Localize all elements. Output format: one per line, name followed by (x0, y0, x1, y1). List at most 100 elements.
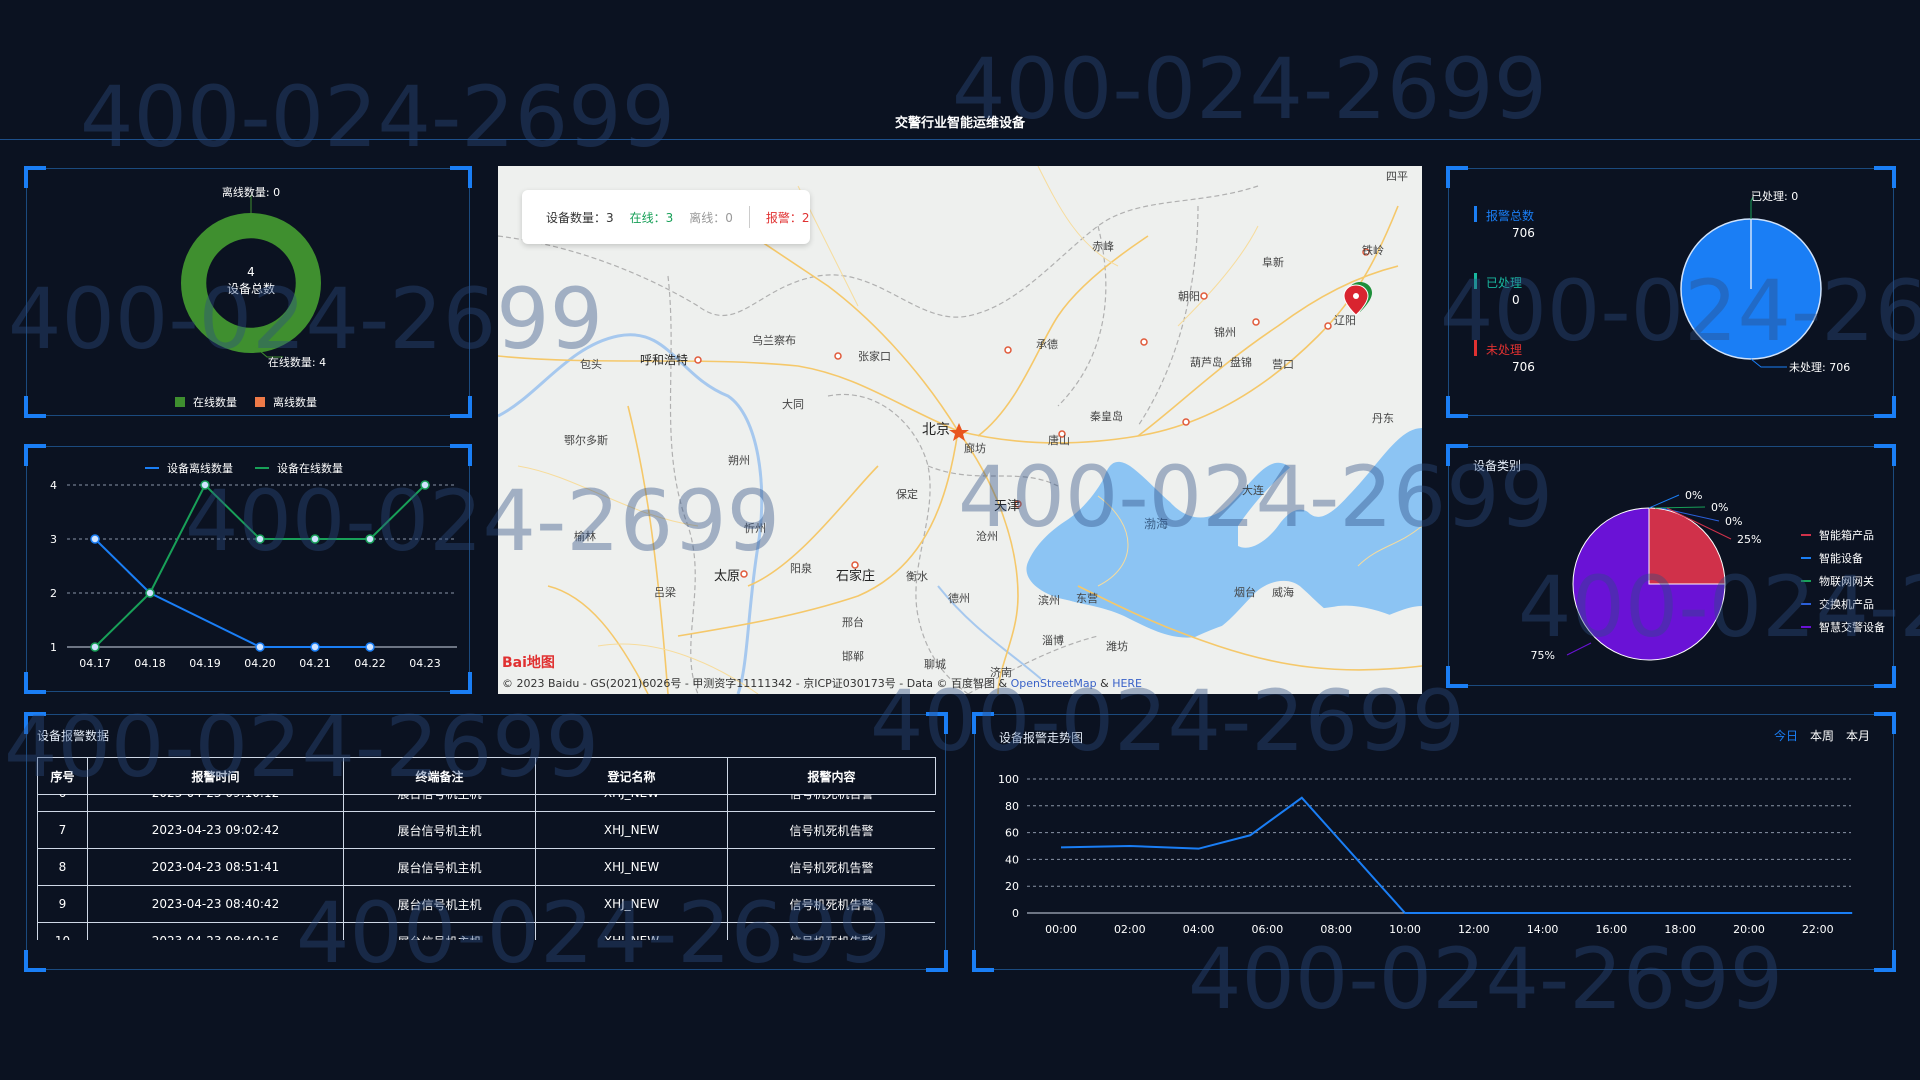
map-label: 榆林 (574, 529, 596, 543)
table-row[interactable]: 7 2023-04-23 09:02:42 展台信号机主机 XHJ_NEW 信号机死机告… (37, 811, 935, 849)
device-status-panel: 4 设备总数 离线数量: 0 在线数量: 4 在线数量 离线数量 (24, 166, 472, 418)
map-label: 阳泉 (790, 561, 812, 575)
device-status-donut: 4 设备总数 离线数量: 0 在线数量: 4 在线数量 离线数量 (175, 185, 326, 409)
y-tick-label: 1 (50, 641, 57, 654)
table-row[interactable]: 8 2023-04-23 08:51:41 展台信号机主机 XHJ_NEW 信号机死机告… (37, 848, 935, 886)
table-cell: 展台信号机主机 (343, 922, 536, 940)
map-online-count: 在线：3 (629, 210, 674, 225)
data-point[interactable] (420, 480, 430, 490)
online-callout: 在线数量: 4 (268, 355, 326, 369)
alarm-table-scroll[interactable]: 62023-04-23 09:10:12展台信号机主机XHJ_NEW信号机死机告… (37, 794, 935, 940)
map-view[interactable]: 北京 天津 石家庄 太原 呼和浩特 渤海 辽阳 唐山 保定 沧州 大连 秦皇岛 … (498, 166, 1422, 694)
device-category-chart: 0%0%0%25%75%智能箱产品智能设备物联网网关交换机产品智慧交警设备 (1531, 489, 1885, 662)
legend-online-swatch (175, 397, 185, 407)
map-label: 朔州 (728, 454, 750, 467)
table-cell: 信号机死机告警 (727, 922, 935, 940)
tab-month[interactable]: 本月 (1846, 727, 1870, 744)
x-tick-label: 04.18 (134, 657, 166, 670)
data-point[interactable] (90, 642, 100, 652)
map-label: 沧州 (976, 529, 998, 543)
series-line (94, 538, 370, 648)
table-cell: 2023-04-23 08:51:41 (87, 848, 344, 886)
pie-label: 0% (1725, 515, 1742, 528)
table-cell: 信号机死机告警 (727, 794, 935, 812)
series-line (94, 483, 426, 648)
map-label: 北京 (922, 422, 950, 438)
y-tick-label: 60 (1005, 827, 1019, 840)
map-label: 张家口 (858, 349, 891, 363)
x-tick-label: 04.23 (409, 657, 441, 670)
map-label: 威海 (1272, 585, 1294, 599)
x-tick-label: 00:00 (1045, 923, 1077, 936)
device-total-label: 设备总数 (227, 281, 275, 296)
table-cell: XHJ_NEW (535, 794, 728, 812)
x-tick-label: 14:00 (1527, 923, 1559, 936)
legend-label[interactable]: 物联网网关 (1819, 574, 1874, 588)
stat-total-label: 报警总数 (1486, 209, 1535, 223)
alarm-table-body: 62023-04-23 09:10:12展台信号机主机XHJ_NEW信号机死机告… (37, 794, 935, 940)
map-label: 四平 (1386, 170, 1408, 183)
map-label: 盘锦 (1230, 355, 1252, 369)
legend-online-series[interactable]: 设备在线数量 (277, 461, 343, 475)
data-point[interactable] (255, 534, 265, 544)
data-point[interactable] (310, 534, 320, 544)
alarm-stats-panel: 已处理: 0 未处理: 706 (1446, 166, 1896, 418)
map-label: 邯郸 (842, 649, 864, 663)
map-label: 朝阳 (1178, 290, 1200, 303)
table-cell: 信号机死机告警 (727, 848, 935, 886)
table-cell: 6 (37, 794, 88, 812)
x-tick-label: 06:00 (1252, 923, 1284, 936)
y-tick-label: 40 (1005, 853, 1019, 866)
legend-label[interactable]: 智慧交警设备 (1819, 620, 1885, 634)
data-point[interactable] (255, 642, 265, 652)
table-cell: XHJ_NEW (535, 811, 728, 849)
range-tabs: 今日 本周 本月 (1774, 727, 1870, 744)
x-tick-label: 22:00 (1802, 923, 1834, 936)
tab-week[interactable]: 本周 (1810, 727, 1834, 744)
map-label: 天津 (994, 499, 1020, 514)
table-cell: 9 (37, 885, 88, 923)
map-label: 秦皇岛 (1090, 409, 1123, 423)
alarm-table-header: 序号 报警时间 终端备注 登记名称 报警内容 (37, 757, 936, 795)
map-label: 渤海 (1144, 516, 1168, 531)
table-row[interactable]: 62023-04-23 09:10:12展台信号机主机XHJ_NEW信号机死机告… (37, 794, 935, 812)
map-label: 太原 (714, 569, 740, 584)
map-label: 淄博 (1042, 634, 1064, 647)
x-tick-label: 04.19 (189, 657, 221, 670)
x-tick-label: 04.20 (244, 657, 276, 670)
legend-label[interactable]: 智能设备 (1819, 551, 1863, 565)
data-point[interactable] (200, 480, 210, 490)
map-label: 唐山 (1048, 433, 1070, 447)
legend-label[interactable]: 智能箱产品 (1819, 528, 1874, 542)
baidu-map-logo[interactable]: Bai地图 (502, 652, 555, 672)
series-line (1060, 796, 1853, 914)
legend-label[interactable]: 交换机产品 (1819, 597, 1874, 611)
table-row[interactable]: 9 2023-04-23 08:40:42 展台信号机主机 XHJ_NEW 信号机死机告… (37, 885, 935, 923)
y-tick-label: 100 (998, 773, 1019, 786)
map-canvas[interactable]: 北京 天津 石家庄 太原 呼和浩特 渤海 辽阳 唐山 保定 沧州 大连 秦皇岛 … (498, 166, 1422, 694)
alarm-table-title: 设备报警数据 (37, 729, 110, 743)
legend-offline-label[interactable]: 离线数量 (273, 395, 317, 409)
table-row[interactable]: 102023-04-23 08:40:16展台信号机主机XHJ_NEW信号机死机… (37, 922, 935, 940)
here-link[interactable]: HERE (1112, 677, 1142, 690)
data-point[interactable] (310, 642, 320, 652)
map-label: 保定 (896, 487, 918, 501)
y-tick-label: 4 (50, 479, 57, 492)
osm-link[interactable]: OpenStreetMap (1011, 677, 1097, 690)
column-header: 报警内容 (727, 757, 936, 795)
map-summary-divider (748, 206, 750, 228)
table-cell: 2023-04-23 09:10:12 (87, 794, 344, 812)
data-point[interactable] (365, 534, 375, 544)
legend-online-label[interactable]: 在线数量 (193, 395, 237, 409)
data-point[interactable] (145, 588, 155, 598)
legend-offline-series[interactable]: 设备离线数量 (167, 461, 233, 475)
map-label: 聊城 (924, 657, 946, 671)
data-point[interactable] (90, 534, 100, 544)
map-label: 德州 (948, 591, 970, 605)
x-tick-label: 10:00 (1389, 923, 1421, 936)
tab-today[interactable]: 今日 (1774, 727, 1798, 744)
map-offline-count: 离线：0 (689, 210, 733, 225)
alarm-trend-chart: 0 20 40 60 80 100 00:00 02:00 04:00 06:00 08:00 10:… (998, 773, 1853, 936)
data-point[interactable] (365, 642, 375, 652)
column-header: 登记名称 (535, 757, 728, 795)
